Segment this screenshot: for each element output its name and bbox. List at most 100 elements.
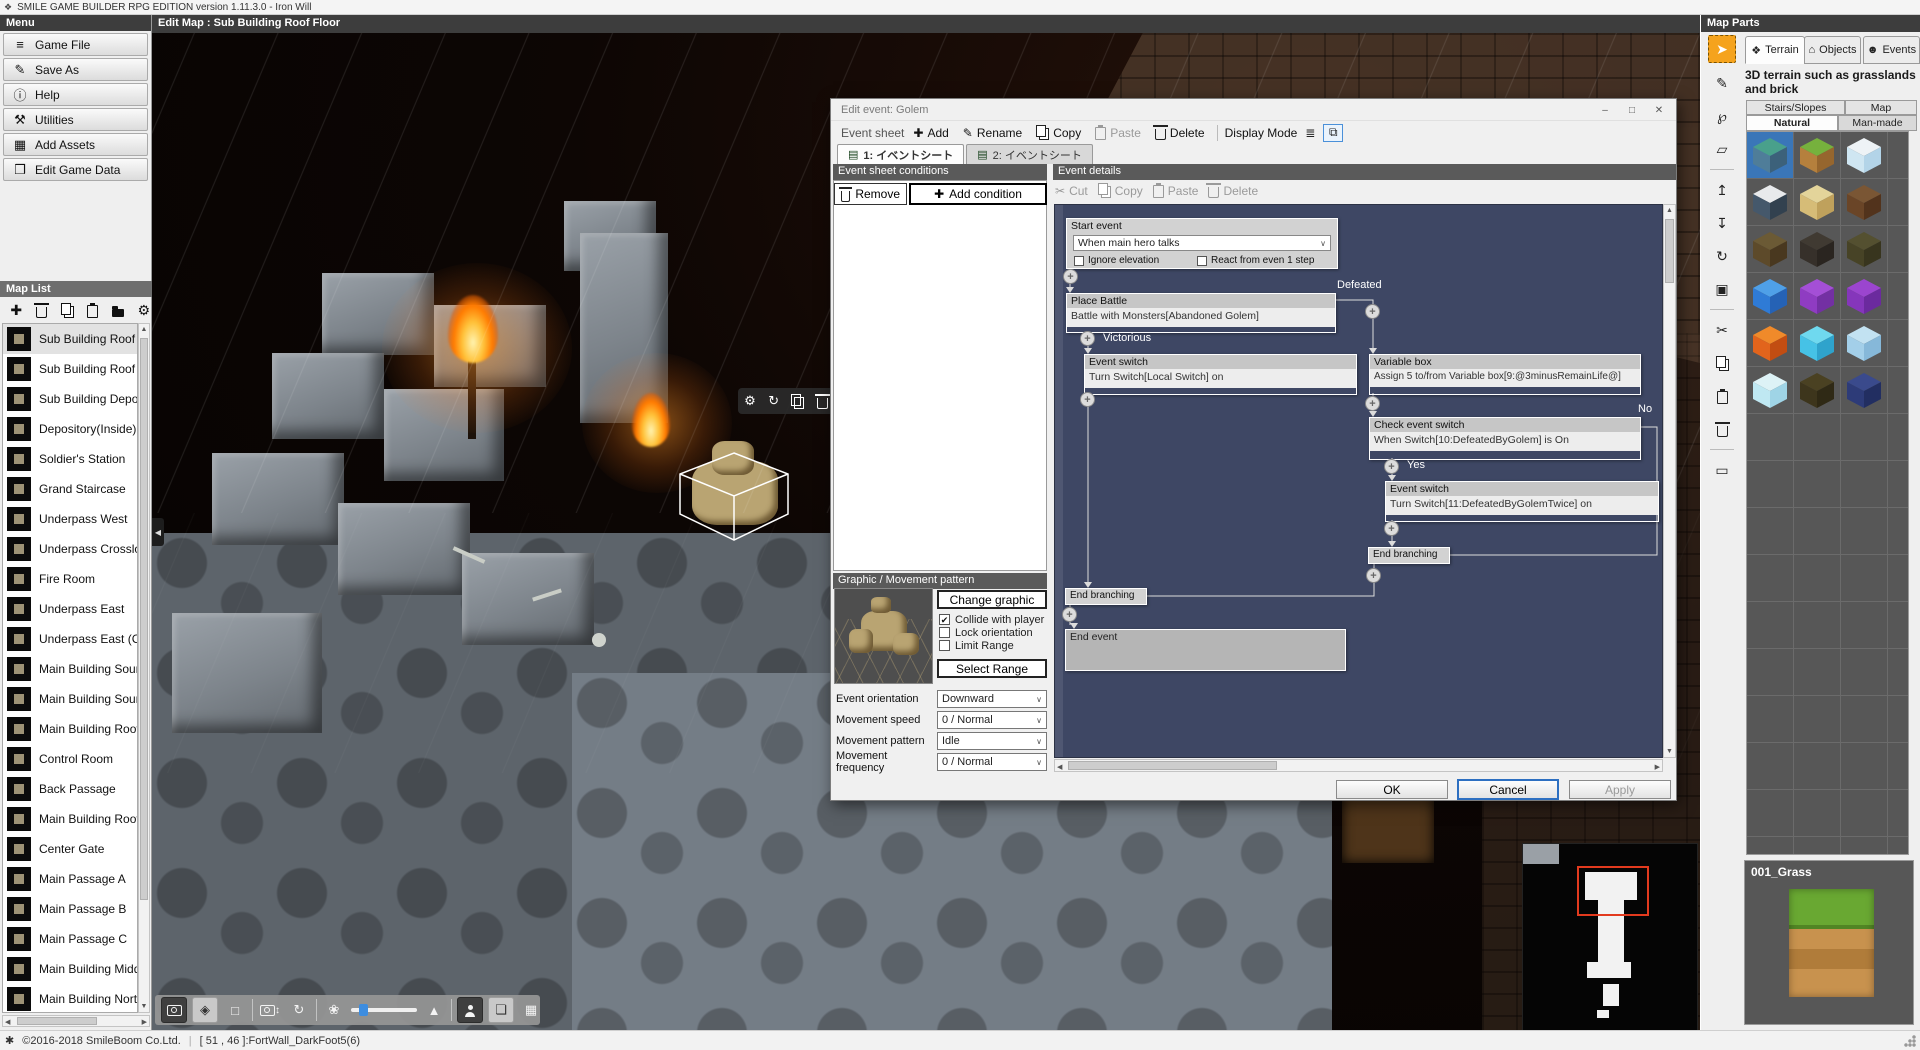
terrain-tile[interactable] bbox=[1797, 370, 1837, 410]
limit-range-checkbox[interactable]: Limit Range bbox=[939, 639, 1014, 652]
ignore-elevation-checkbox[interactable]: Ignore elevation bbox=[1074, 255, 1159, 266]
rename-sheet-button[interactable]: ✎ Rename bbox=[958, 124, 1027, 142]
add-command-button[interactable]: + bbox=[1384, 459, 1399, 474]
map-list-item[interactable]: Underpass West bbox=[3, 504, 137, 534]
scrollbar-thumb[interactable] bbox=[140, 338, 148, 900]
flow-node-start-event[interactable]: Start event When main hero talks ∨ Ignor… bbox=[1066, 218, 1338, 269]
scrollbar-thumb[interactable] bbox=[17, 1017, 97, 1025]
lock-orientation-checkbox[interactable]: Lock orientation bbox=[939, 626, 1033, 639]
collapse-panel-tab[interactable]: ◀ bbox=[152, 518, 164, 546]
import-tool-button[interactable]: ↥ bbox=[1709, 177, 1735, 203]
copy-command-button[interactable]: Copy bbox=[1098, 183, 1143, 198]
map-list-item[interactable]: Underpass Crossload bbox=[3, 534, 137, 564]
map-list-item[interactable]: Grand Staircase bbox=[3, 474, 137, 504]
trash-tool-button[interactable] bbox=[1709, 416, 1735, 442]
cancel-button[interactable]: Cancel bbox=[1457, 779, 1559, 800]
scroll-up-icon[interactable]: ▲ bbox=[139, 324, 149, 333]
maximize-button[interactable]: □ bbox=[1619, 102, 1645, 119]
checkbox[interactable] bbox=[1197, 256, 1207, 266]
tab-event-sheet-2[interactable]: ▤ 2: イベントシート bbox=[966, 144, 1093, 164]
terrain-tile[interactable] bbox=[1750, 323, 1790, 363]
folder-button[interactable] bbox=[110, 301, 127, 319]
copy-tool-button[interactable] bbox=[1709, 350, 1735, 376]
terrain-tile[interactable] bbox=[1750, 135, 1790, 175]
add-command-button[interactable]: + bbox=[1365, 396, 1380, 411]
map-list-item[interactable]: Main Building Middle bbox=[3, 954, 137, 984]
tab-terrain[interactable]: ❖Terrain bbox=[1745, 36, 1805, 64]
camera-height-button[interactable]: ↕ bbox=[258, 998, 282, 1022]
scrollbar-thumb[interactable] bbox=[1068, 761, 1277, 770]
terrain-tile[interactable] bbox=[1750, 182, 1790, 222]
start-condition-dropdown[interactable]: When main hero talks ∨ bbox=[1073, 235, 1331, 251]
cut-command-button[interactable]: ✂Cut bbox=[1055, 184, 1088, 198]
eraser-tool-button[interactable]: ▱ bbox=[1709, 136, 1735, 162]
menu-item-save-as[interactable]: ✎Save As bbox=[3, 58, 148, 81]
event-context-toolbar[interactable]: ⚙ ↻ bbox=[738, 388, 834, 414]
map-list-item[interactable]: Center Gate bbox=[3, 834, 137, 864]
map-list-item[interactable]: Control Room bbox=[3, 744, 137, 774]
paste-command-button[interactable]: Paste bbox=[1153, 183, 1199, 198]
terrain-tile[interactable] bbox=[1844, 229, 1884, 269]
copy-icon[interactable] bbox=[794, 397, 804, 409]
flow-node-place-battle[interactable]: Place Battle Battle with Monsters[Abando… bbox=[1066, 293, 1336, 333]
refresh-tool-button[interactable]: ↻ bbox=[1709, 243, 1735, 269]
map-list-item[interactable]: Main Building Sounth , bbox=[3, 684, 137, 714]
expand-tool-button[interactable]: ▣ bbox=[1709, 276, 1735, 302]
terrain-tile[interactable] bbox=[1750, 229, 1790, 269]
map-list-item[interactable]: Main Passage C bbox=[3, 924, 137, 954]
add-sheet-button[interactable]: ✚ Add bbox=[908, 124, 953, 142]
gear-icon[interactable]: ⚙ bbox=[744, 393, 756, 409]
character-toggle-button[interactable] bbox=[457, 997, 483, 1023]
add-command-button[interactable]: + bbox=[1080, 392, 1095, 407]
flow-node-variable-box[interactable]: Variable box Assign 5 to/from Variable b… bbox=[1369, 354, 1641, 395]
map-list-item[interactable]: Fire Room bbox=[3, 564, 137, 594]
map-list-item[interactable]: Main Passage A bbox=[3, 864, 137, 894]
event-orientation-dropdown[interactable]: Downward∨ bbox=[937, 690, 1047, 708]
delete-map-button[interactable] bbox=[34, 301, 51, 319]
map-list-item[interactable]: Main Passage B bbox=[3, 894, 137, 924]
map-list-item[interactable]: Main Building Rooftop bbox=[3, 804, 137, 834]
terrain-tile[interactable] bbox=[1750, 276, 1790, 316]
add-command-button[interactable]: + bbox=[1063, 269, 1078, 284]
frame-toggle-button[interactable]: ❏ bbox=[488, 997, 514, 1023]
flow-vertical-scrollbar[interactable]: ▲ ▼ bbox=[1663, 204, 1676, 758]
map-list-item[interactable]: Underpass East bbox=[3, 594, 137, 624]
movement-frequency-dropdown[interactable]: 0 / Normal∨ bbox=[937, 753, 1047, 771]
resize-grip[interactable] bbox=[1903, 1034, 1917, 1048]
add-command-button[interactable]: + bbox=[1062, 607, 1077, 622]
paste-map-button[interactable] bbox=[85, 301, 102, 319]
apply-button[interactable]: Apply bbox=[1569, 780, 1671, 799]
zoom-slider[interactable] bbox=[351, 1008, 417, 1012]
scroll-right-icon[interactable]: ▶ bbox=[142, 1018, 147, 1026]
terrain-tile[interactable] bbox=[1844, 323, 1884, 363]
add-command-button[interactable]: + bbox=[1365, 304, 1380, 319]
export-tool-button[interactable]: ↧ bbox=[1709, 210, 1735, 236]
terrain-tile[interactable] bbox=[1797, 276, 1837, 316]
grid-toggle-button[interactable]: ▦ bbox=[519, 998, 543, 1022]
map-list-item[interactable]: Main Building Sounth , bbox=[3, 654, 137, 684]
scroll-right-icon[interactable]: ▶ bbox=[1655, 763, 1660, 771]
react-one-step-checkbox[interactable]: React from even 1 step bbox=[1197, 255, 1314, 266]
terrain-tile[interactable] bbox=[1844, 370, 1884, 410]
zoom-in-mountain-icon[interactable]: ▲ bbox=[422, 998, 446, 1022]
scrollbar-thumb[interactable] bbox=[1665, 219, 1674, 283]
movement-pattern-dropdown[interactable]: Idle∨ bbox=[937, 732, 1047, 750]
flow-node-end-branching-left[interactable]: End branching bbox=[1065, 588, 1147, 605]
minimap-view-rectangle[interactable] bbox=[1577, 866, 1649, 916]
trash-icon[interactable] bbox=[817, 398, 828, 409]
flow-horizontal-scrollbar[interactable]: ◀ ▶ bbox=[1054, 759, 1663, 772]
map-list-item[interactable]: Underpass East (Comb bbox=[3, 624, 137, 654]
map-list-item[interactable]: Soldier's Station bbox=[3, 444, 137, 474]
camera-rotate-button[interactable]: ↻ bbox=[287, 998, 311, 1022]
tab-objects[interactable]: ⌂Objects bbox=[1804, 36, 1861, 64]
map-list-item[interactable]: Back Passage bbox=[3, 774, 137, 804]
scroll-left-icon[interactable]: ◀ bbox=[1057, 763, 1062, 771]
flow-node-event-switch-2[interactable]: Event switch Turn Switch[11:DefeatedByGo… bbox=[1385, 481, 1659, 522]
zoom-slider-knob[interactable] bbox=[359, 1004, 368, 1016]
cube-view-button[interactable]: ◈ bbox=[192, 997, 218, 1023]
terrain-tile[interactable] bbox=[1797, 182, 1837, 222]
map-list-item[interactable]: Depository(Inside) bbox=[3, 414, 137, 444]
remove-condition-button[interactable]: Remove bbox=[834, 183, 907, 205]
terrain-tile[interactable] bbox=[1797, 135, 1837, 175]
terrain-tile[interactable] bbox=[1750, 370, 1790, 410]
